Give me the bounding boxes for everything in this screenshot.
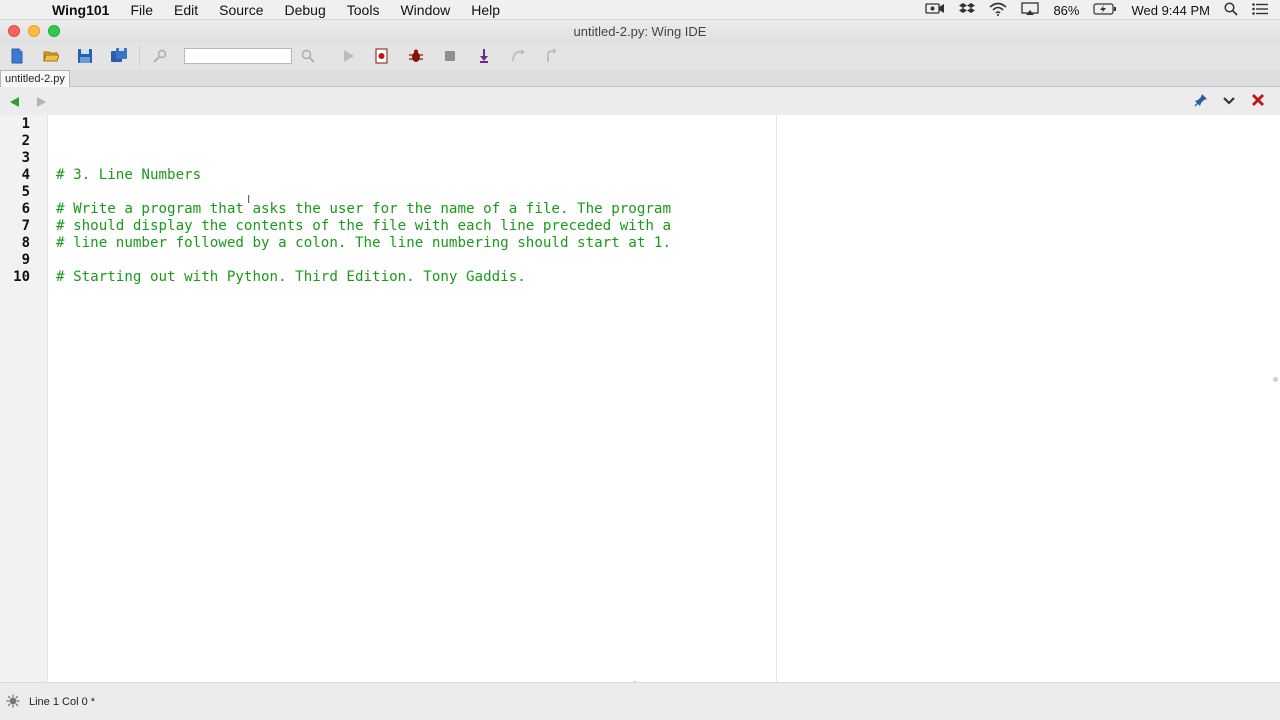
close-editor-icon[interactable]: [1251, 93, 1265, 112]
code-line: # 3. Line Numbers: [56, 167, 202, 183]
line-number: 5: [21, 184, 30, 200]
line-number-gutter: 1 2 3 4 5 6 7 8 9 10: [0, 115, 48, 682]
close-window-button[interactable]: [8, 25, 20, 37]
search-options-icon[interactable]: [150, 46, 170, 66]
system-menu-bar: Wing101 File Edit Source Debug Tools Win…: [0, 0, 1280, 20]
dropbox-icon[interactable]: [959, 2, 976, 19]
line-number: 8: [21, 235, 30, 251]
notification-center-icon[interactable]: [1252, 2, 1268, 18]
chevron-down-icon[interactable]: [1222, 94, 1236, 112]
run-to-cursor-icon[interactable]: [372, 46, 392, 66]
menu-help[interactable]: Help: [471, 2, 500, 18]
minimize-window-button[interactable]: [28, 25, 40, 37]
wifi-icon[interactable]: [989, 2, 1007, 19]
maximize-window-button[interactable]: [48, 25, 60, 37]
code-line: # should display the contents of the fil…: [56, 218, 671, 234]
bug-status-icon[interactable]: [6, 694, 20, 713]
line-number: 4: [21, 167, 30, 183]
line-number: 2: [21, 133, 30, 149]
clock[interactable]: Wed 9:44 PM: [1131, 3, 1210, 18]
editor-nav-row: [0, 87, 1280, 115]
new-file-button[interactable]: [7, 46, 27, 66]
editor-tab-bar: untitled-2.py: [0, 70, 1280, 87]
save-button[interactable]: [75, 46, 95, 66]
line-number: 1: [21, 116, 30, 132]
status-tray: 86% Wed 9:44 PM: [925, 0, 1280, 20]
status-bar: Line 1 Col 0 *: [0, 682, 1280, 720]
code-line: # Write a program that asks the user for…: [56, 201, 671, 217]
pin-icon[interactable]: [1194, 93, 1208, 112]
window-controls: [8, 25, 60, 37]
code-line: # Starting out with Python. Third Editio…: [56, 269, 526, 285]
right-margin-guide: [776, 115, 777, 682]
stop-icon[interactable]: [440, 46, 460, 66]
spotlight-search-icon[interactable]: [1224, 1, 1238, 19]
toolbar-separator: [139, 46, 140, 66]
window-title-bar: untitled-2.py: Wing IDE: [0, 20, 1280, 42]
menu-app-name[interactable]: Wing101: [52, 2, 109, 18]
line-number: 7: [21, 218, 30, 234]
line-number: 9: [21, 252, 30, 268]
toolbar-search-input[interactable]: [184, 48, 292, 64]
editor-tab[interactable]: untitled-2.py: [0, 70, 70, 87]
save-all-button[interactable]: [109, 46, 129, 66]
menu-debug[interactable]: Debug: [285, 2, 326, 18]
code-editor[interactable]: 1 2 3 4 5 6 7 8 9 10 # 3. Line Numbers #…: [0, 115, 1280, 687]
step-out-icon[interactable]: [542, 46, 562, 66]
battery-percent: 86%: [1053, 2, 1080, 18]
line-number: 6: [21, 201, 30, 217]
back-arrow-icon[interactable]: [8, 95, 20, 113]
menu-tools[interactable]: Tools: [347, 2, 380, 18]
menu-file[interactable]: File: [130, 2, 153, 18]
side-splitter-handle[interactable]: [1273, 377, 1278, 382]
window-title: untitled-2.py: Wing IDE: [573, 23, 707, 39]
debug-bug-icon[interactable]: [406, 46, 426, 66]
open-file-button[interactable]: [41, 46, 61, 66]
line-number: 10: [13, 269, 30, 285]
forward-arrow-icon[interactable]: [36, 95, 48, 113]
search-icon[interactable]: [298, 46, 318, 66]
cursor-position-status: Line 1 Col 0 *: [29, 696, 96, 708]
step-into-icon[interactable]: [474, 46, 494, 66]
run-icon[interactable]: [338, 46, 358, 66]
mouse-ibeam-cursor: I: [247, 193, 251, 206]
menu-source[interactable]: Source: [219, 2, 263, 18]
menu-edit[interactable]: Edit: [174, 2, 198, 18]
menu-window[interactable]: Window: [400, 2, 450, 18]
camera-icon[interactable]: [925, 2, 945, 18]
line-number: 3: [21, 150, 30, 166]
airplay-icon[interactable]: [1021, 1, 1040, 19]
step-over-icon[interactable]: [508, 46, 528, 66]
toolbar: [0, 42, 1280, 70]
battery-icon[interactable]: [1093, 2, 1117, 18]
code-line: # line number followed by a colon. The l…: [56, 235, 671, 251]
